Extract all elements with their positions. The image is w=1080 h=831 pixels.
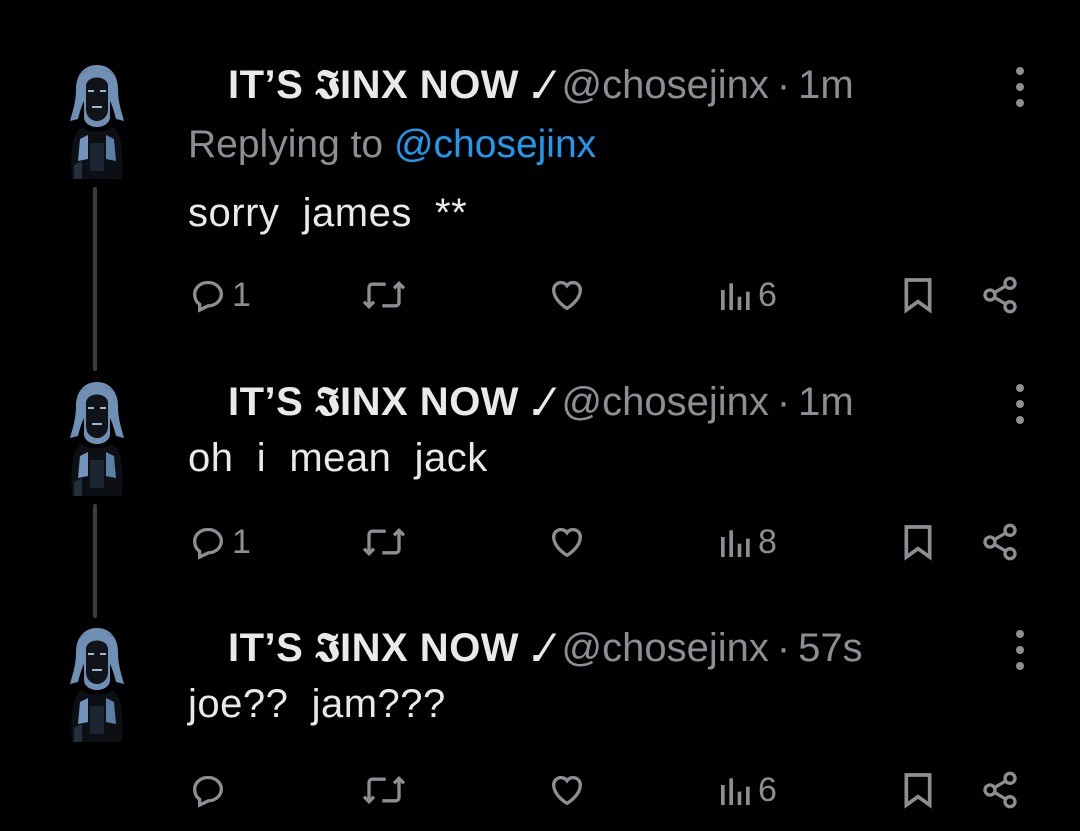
reply-button[interactable]: 1 xyxy=(188,271,251,319)
heart-icon xyxy=(551,280,583,311)
handle[interactable]: @chosejinx xyxy=(561,626,768,671)
replying-to: Replying to @chosejinx xyxy=(188,123,596,167)
share-icon xyxy=(983,276,1017,314)
retweet-icon xyxy=(362,775,406,805)
timestamp[interactable]: 1m xyxy=(798,63,854,108)
reply-icon xyxy=(192,775,224,808)
share-button[interactable] xyxy=(980,271,1020,319)
like-button[interactable] xyxy=(546,518,588,566)
view-count: 6 xyxy=(758,770,777,809)
timestamp[interactable]: 1m xyxy=(798,380,854,425)
view-count: 8 xyxy=(758,522,777,561)
retweet-button[interactable] xyxy=(360,518,408,566)
bookmark-icon xyxy=(904,278,932,314)
heart-icon xyxy=(551,527,583,558)
bookmark-button[interactable] xyxy=(900,766,936,814)
reply-icon xyxy=(192,280,224,313)
display-name[interactable]: IT’S 𝕴INX NOW .⁄ xyxy=(228,626,549,671)
more-icon[interactable] xyxy=(1010,630,1030,670)
bookmark-icon xyxy=(904,525,932,561)
views-icon xyxy=(721,283,750,310)
heart-icon xyxy=(551,775,583,806)
mention-link[interactable]: @chosejinx xyxy=(394,123,596,166)
view-count: 6 xyxy=(758,275,777,314)
action-bar: 6 xyxy=(0,766,1080,814)
avatar[interactable] xyxy=(66,378,128,496)
share-button[interactable] xyxy=(980,518,1020,566)
replying-prefix: Replying to xyxy=(188,123,384,166)
handle[interactable]: @chosejinx xyxy=(561,380,768,425)
views-icon xyxy=(721,778,750,805)
more-icon[interactable] xyxy=(1010,67,1030,107)
separator: · xyxy=(776,625,791,670)
action-bar: 1 6 xyxy=(0,271,1080,319)
bookmark-icon xyxy=(904,773,932,809)
tweet-2[interactable]: IT’S 𝕴INX NOW .⁄ @chosejinx · 1m oh i me… xyxy=(0,372,1080,622)
reply-count: 1 xyxy=(232,522,251,561)
tweet-header: IT’S 𝕴INX NOW .⁄ @chosejinx · 1m xyxy=(228,61,854,109)
avatar[interactable] xyxy=(66,61,128,179)
reply-button[interactable]: 1 xyxy=(188,518,251,566)
retweet-button[interactable] xyxy=(360,271,408,319)
more-icon[interactable] xyxy=(1010,384,1030,424)
views-button[interactable]: 6 xyxy=(718,271,777,319)
bookmark-button[interactable] xyxy=(900,518,936,566)
retweet-button[interactable] xyxy=(360,766,408,814)
like-button[interactable] xyxy=(546,766,588,814)
bookmark-button[interactable] xyxy=(900,271,936,319)
action-bar: 1 8 xyxy=(0,518,1080,566)
views-icon xyxy=(721,530,750,557)
tweet-1[interactable]: IT’S 𝕴INX NOW .⁄ @chosejinx · 1m Replyin… xyxy=(0,55,1080,375)
reply-button[interactable] xyxy=(188,766,232,814)
share-button[interactable] xyxy=(980,766,1020,814)
separator: · xyxy=(776,379,791,424)
tweet-header: IT’S 𝕴INX NOW .⁄ @chosejinx · 57s xyxy=(228,624,863,672)
display-name[interactable]: IT’S 𝕴INX NOW .⁄ xyxy=(228,63,549,108)
share-icon xyxy=(983,771,1017,809)
handle[interactable]: @chosejinx xyxy=(561,63,768,108)
tweet-text: sorry james ** xyxy=(188,191,468,235)
tweet-text: joe?? jam??? xyxy=(188,682,446,726)
display-name[interactable]: IT’S 𝕴INX NOW .⁄ xyxy=(228,380,549,425)
tweet-3[interactable]: IT’S 𝕴INX NOW .⁄ @chosejinx · 57s joe?? … xyxy=(0,618,1080,831)
share-icon xyxy=(983,523,1017,561)
retweet-icon xyxy=(362,527,406,557)
reply-count: 1 xyxy=(232,275,251,314)
reply-icon xyxy=(192,527,224,560)
views-button[interactable]: 6 xyxy=(718,766,777,814)
tweet-text: oh i mean jack xyxy=(188,436,488,480)
retweet-icon xyxy=(362,280,406,310)
tweet-header: IT’S 𝕴INX NOW .⁄ @chosejinx · 1m xyxy=(228,378,854,426)
avatar[interactable] xyxy=(66,624,128,742)
like-button[interactable] xyxy=(546,271,588,319)
separator: · xyxy=(776,62,791,107)
timestamp[interactable]: 57s xyxy=(798,626,863,671)
views-button[interactable]: 8 xyxy=(718,518,777,566)
